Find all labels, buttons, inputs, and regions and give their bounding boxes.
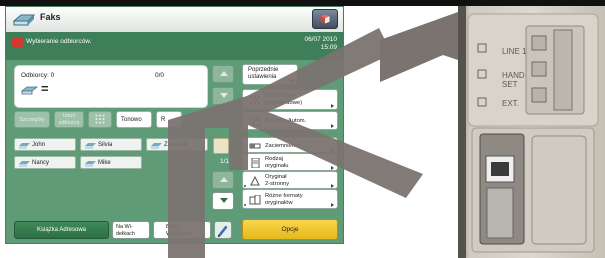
port-label-set: SET xyxy=(502,80,518,89)
darkness-icon xyxy=(249,143,261,149)
fax-device-ports-image xyxy=(458,6,605,258)
recipient-scroll-up[interactable] xyxy=(212,65,234,83)
fax-icon xyxy=(151,143,162,149)
pen-button[interactable] xyxy=(214,221,232,239)
address-entry[interactable]: Mike xyxy=(80,156,142,169)
pen-icon xyxy=(217,225,228,238)
scan-size-icon xyxy=(250,116,261,126)
warning-icon xyxy=(12,38,23,47)
original-type-button[interactable]: Rodzaj oryginału xyxy=(242,153,338,171)
two-sided-icon xyxy=(250,176,260,186)
fax-icon xyxy=(19,161,30,167)
recipient-count: 0/0 xyxy=(155,72,165,79)
port-label-hand: HAND xyxy=(502,71,525,80)
device-photo: LINE 1 HAND SET EXT. xyxy=(458,6,605,258)
address-book-icon[interactable] xyxy=(213,138,229,154)
mixed-size-icon xyxy=(249,195,261,205)
page-title: Faks xyxy=(40,12,61,22)
two-sided-button[interactable]: Oryginał 2-stronny xyxy=(242,171,338,189)
size-button[interactable]: Rozmiar Autom. xyxy=(242,111,338,130)
r-button[interactable]: R xyxy=(156,111,182,128)
options-button[interactable]: Opcje xyxy=(242,219,338,240)
fax-icon xyxy=(85,143,96,149)
mixed-originals-button[interactable]: Różne formaty oryginałów xyxy=(242,189,338,209)
recipient-label: Odbiorcy: 0 xyxy=(21,72,55,79)
address-entry[interactable]: John xyxy=(14,138,76,151)
darkness-button[interactable]: Zaciemnienie xyxy=(242,137,338,153)
page-indicator: 1/17 xyxy=(220,158,233,165)
address-entry[interactable]: Znacznik xyxy=(146,138,208,151)
fax-panel: Faks Wybieranie odbiorców. 06/07 2010 15… xyxy=(5,6,344,244)
title-bar: Faks xyxy=(6,7,343,32)
recipient-box: Odbiorcy: 0 0/0 = xyxy=(14,65,208,108)
address-entry[interactable]: Silvia xyxy=(80,138,142,151)
resolution-button[interactable]: 200x200 dpi (standardowe) xyxy=(242,89,338,110)
list-scroll-down[interactable] xyxy=(212,192,234,210)
fax-icon xyxy=(21,86,39,95)
direct-send-button[interactable]: Bezp. Wysyłanie xyxy=(153,221,211,239)
fax-icon xyxy=(19,143,30,149)
document-icon xyxy=(251,158,260,168)
minimize-icon xyxy=(320,14,330,24)
port-label-ext: EXT. xyxy=(502,99,519,108)
keypad-button[interactable] xyxy=(88,111,112,128)
address-book-button[interactable]: Książka Adresowa xyxy=(14,221,109,239)
port-label-line1: LINE 1 xyxy=(502,47,527,56)
time-text: 15:09 xyxy=(320,44,337,51)
status-message: Wybieranie odbiorców. xyxy=(26,38,92,45)
status-bar: Wybieranie odbiorców. 06/07 2010 15:09 xyxy=(6,32,343,60)
details-button[interactable]: Szczegóły xyxy=(14,111,50,128)
delete-recipient-button[interactable]: Usuń odbiorcę xyxy=(54,111,84,128)
recipient-scroll-down[interactable] xyxy=(212,87,234,105)
screenshot: Faks Wybieranie odbiorców. 06/07 2010 15… xyxy=(0,0,605,258)
recipient-symbol: = xyxy=(41,81,49,96)
tone-button[interactable]: Tonowo xyxy=(116,111,152,128)
keypad-icon xyxy=(95,114,105,124)
fax-icon xyxy=(12,14,36,26)
previous-settings-button[interactable]: Poprzednie ustawienia xyxy=(242,64,298,85)
minimize-button[interactable] xyxy=(312,9,338,29)
list-scroll-up[interactable] xyxy=(212,171,234,189)
date-text: 06/07 2010 xyxy=(304,36,337,43)
address-entry[interactable]: Nancy xyxy=(14,156,76,169)
fax-icon xyxy=(85,161,96,167)
resolution-icon xyxy=(250,96,260,104)
on-hook-button[interactable]: Na Wi- dełkach xyxy=(112,221,150,239)
datetime: 06/07 2010 15:09 xyxy=(304,36,337,52)
